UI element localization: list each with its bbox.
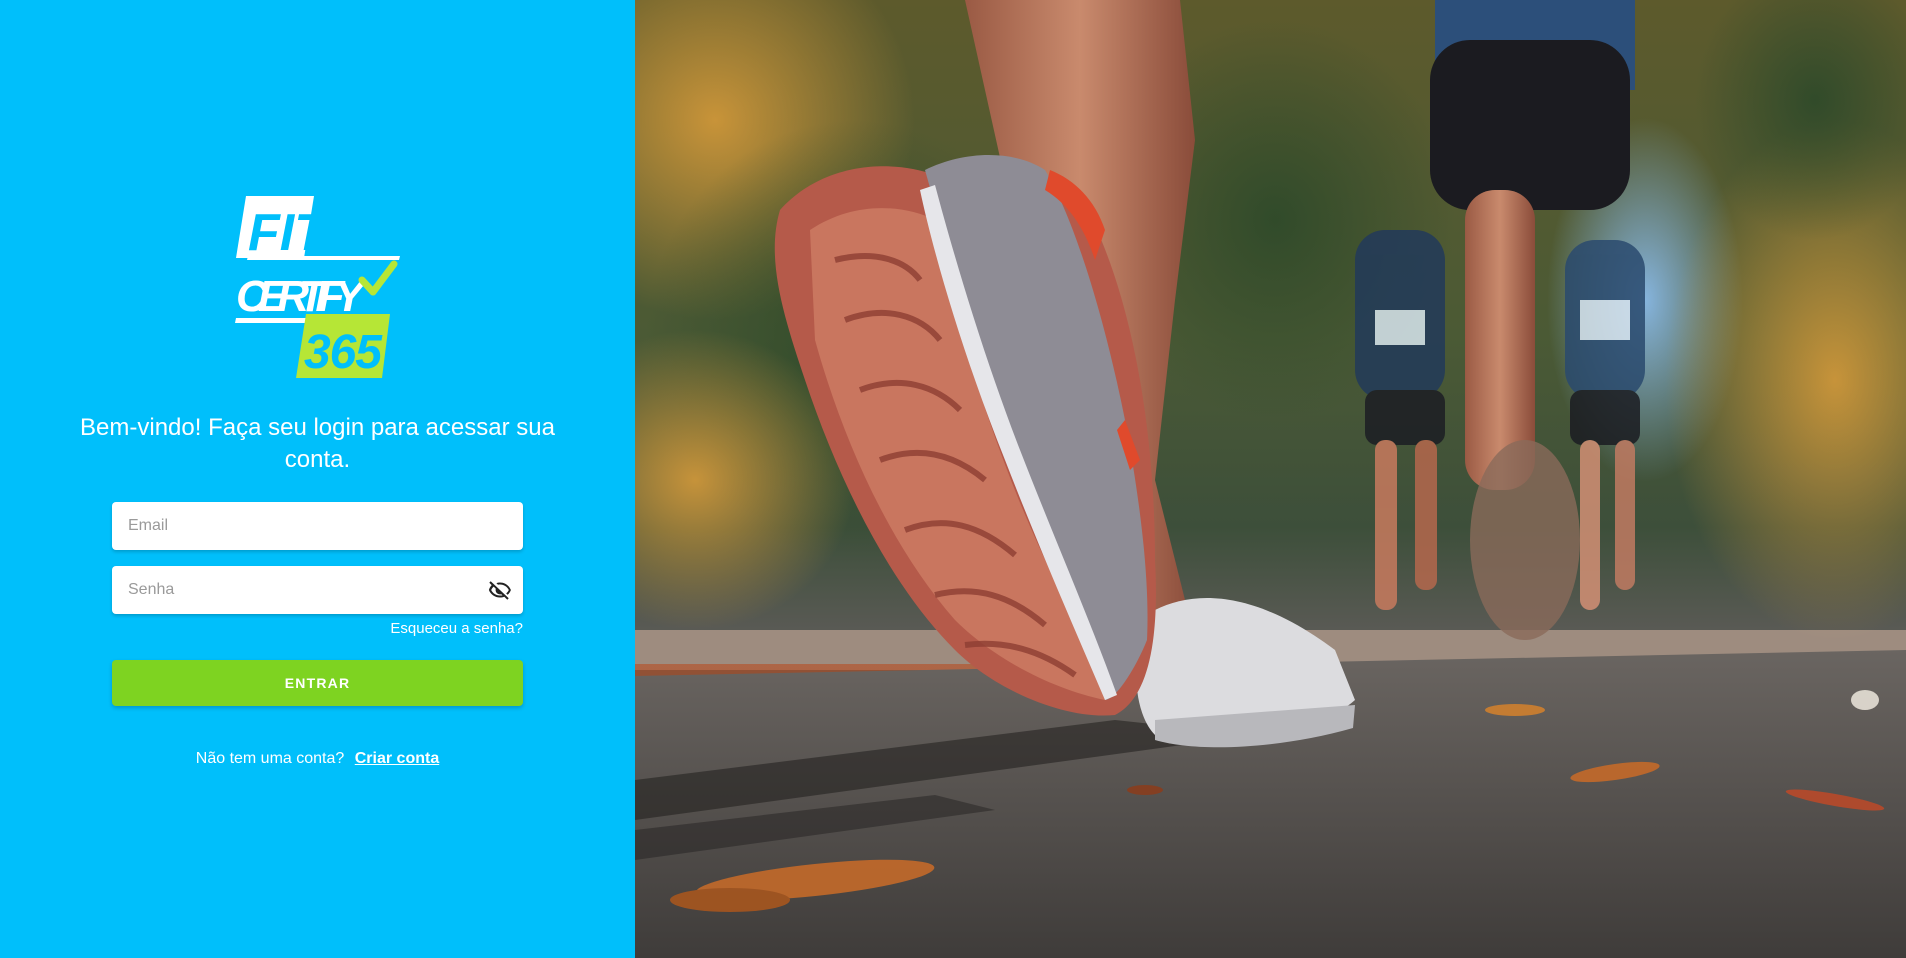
email-input[interactable] (112, 502, 523, 550)
welcome-message: Bem-vindo! Faça seu login para acessar s… (80, 414, 555, 473)
create-account-link[interactable]: Criar conta (355, 750, 439, 767)
logo-line-certify: CERTIFY (236, 272, 368, 321)
forgot-password-link[interactable]: Esqueceu a senha? (390, 620, 523, 637)
logo-line-fit: FIT (248, 204, 330, 262)
fitcertify-logo: FIT CERTIFY 365 (235, 196, 400, 378)
signup-prompt: Não tem uma conta? (195, 750, 345, 767)
login-button[interactable]: ENTRAR (112, 660, 523, 706)
logo-line-365: 365 (304, 326, 383, 378)
login-panel: FIT CERTIFY 365 Bem-vindo! Faça seu logi… (0, 0, 635, 958)
signup-line: Não tem uma conta? Criar conta (112, 750, 523, 768)
password-input[interactable] (112, 566, 523, 614)
email-field-wrapper (112, 502, 523, 550)
hero-image (635, 0, 1906, 958)
hero-illustration (635, 0, 1906, 958)
login-page: FIT CERTIFY 365 Bem-vindo! Faça seu logi… (0, 0, 1906, 958)
password-field-wrapper (112, 566, 523, 614)
check-icon (358, 260, 398, 296)
eye-off-icon[interactable] (487, 578, 513, 602)
